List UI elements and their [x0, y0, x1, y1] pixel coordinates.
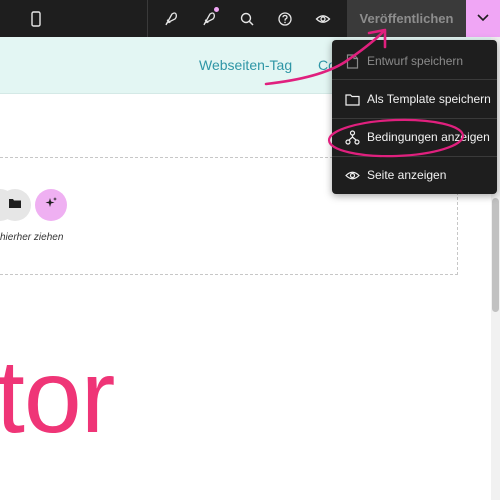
- menu-item-view-page[interactable]: Seite anzeigen: [332, 156, 497, 194]
- publish-button[interactable]: Veröffentlichen: [347, 0, 466, 37]
- menu-item-label: Seite anzeigen: [367, 168, 447, 182]
- help-icon[interactable]: [267, 0, 303, 37]
- menu-item-label: Bedingungen anzeigen: [367, 130, 490, 144]
- rocket-icon[interactable]: [153, 0, 189, 37]
- menu-item-show-conditions[interactable]: Bedingungen anzeigen: [332, 118, 497, 156]
- scrollbar-thumb[interactable]: [492, 198, 499, 312]
- folder-icon: [8, 196, 22, 214]
- rocket-notification-icon[interactable]: [191, 0, 227, 37]
- sparkles-icon: [44, 196, 58, 215]
- eye-icon[interactable]: [305, 0, 341, 37]
- mobile-device-icon[interactable]: [18, 0, 54, 37]
- file-icon: [345, 53, 360, 69]
- conditions-icon: [345, 129, 360, 145]
- hero-heading[interactable]: tor: [0, 345, 115, 449]
- drop-hint-text: hierher ziehen: [0, 232, 64, 243]
- toolbar-divider: [147, 0, 148, 37]
- publish-options-menu: Entwurf speichern Als Template speichern…: [332, 40, 497, 194]
- top-toolbar: Veröffentlichen: [0, 0, 500, 37]
- ai-generate-button[interactable]: [35, 189, 67, 221]
- eye-icon: [345, 168, 360, 183]
- template-library-button[interactable]: [0, 189, 31, 221]
- menu-item-label: Als Template speichern: [367, 92, 491, 106]
- menu-item-save-template[interactable]: Als Template speichern: [332, 80, 497, 118]
- menu-item-label: Entwurf speichern: [367, 54, 464, 68]
- folder-icon: [345, 92, 360, 107]
- notification-dot: [214, 7, 219, 12]
- search-icon[interactable]: [229, 0, 265, 37]
- chevron-down-icon: [476, 10, 490, 28]
- menu-item-save-draft[interactable]: Entwurf speichern: [332, 42, 497, 80]
- publish-options-toggle[interactable]: [466, 0, 500, 37]
- nav-link-webseiten-tag[interactable]: Webseiten-Tag: [199, 57, 292, 73]
